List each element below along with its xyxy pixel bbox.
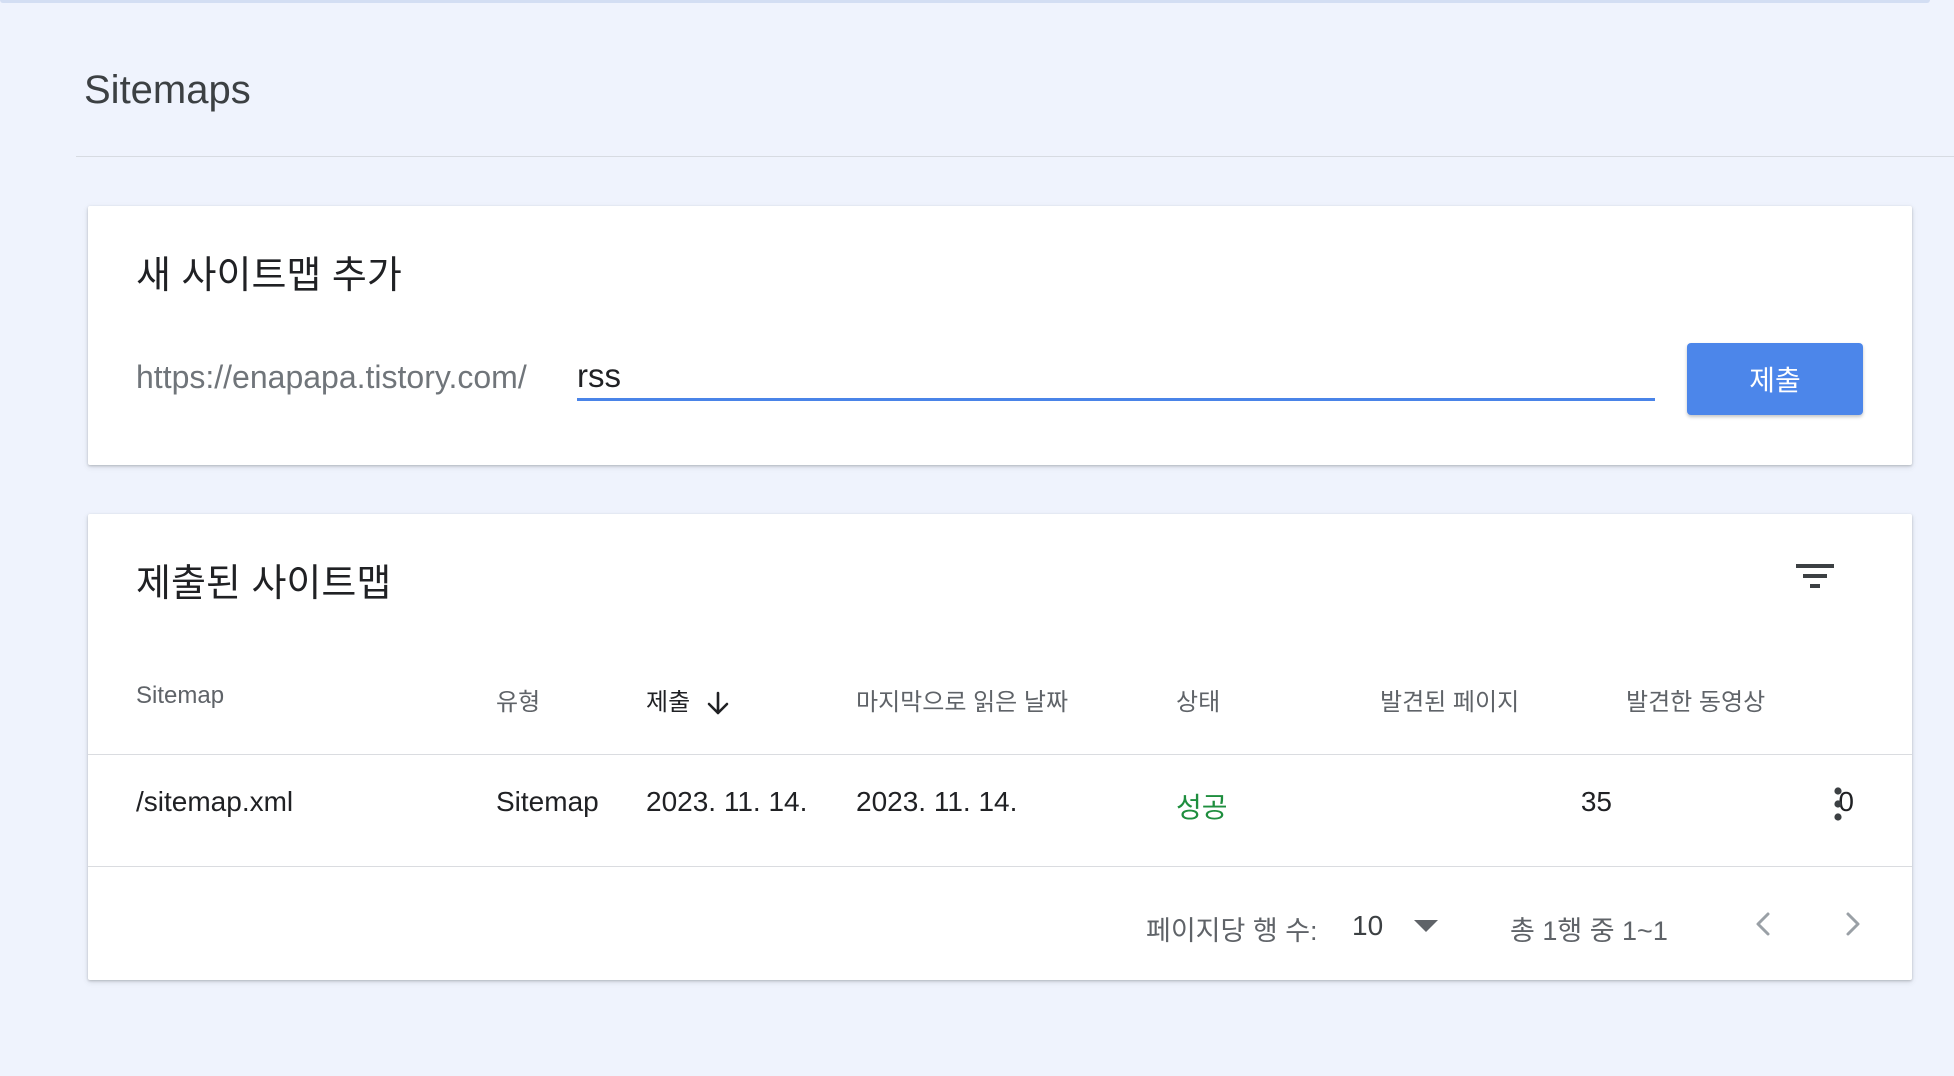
pagination-range: 총 1행 중 1~1 xyxy=(1510,916,1668,946)
rows-per-page-select[interactable]: 10 xyxy=(1352,904,1452,944)
page-title: Sitemaps xyxy=(84,68,251,112)
column-header-status[interactable]: 상태 xyxy=(1176,682,1220,717)
cell-submitted: 2023. 11. 14. xyxy=(646,786,808,817)
column-header-submitted-label: 제출 xyxy=(646,689,691,716)
cell-pages-found: 35 xyxy=(1580,786,1612,817)
column-header-submitted[interactable]: 제출 xyxy=(646,682,730,717)
cell-videos-found: 0 xyxy=(1838,786,1854,817)
cell-sitemap[interactable]: /sitemap.xml xyxy=(136,786,293,818)
url-prefix: https://enapapa.tistory.com/ xyxy=(136,359,527,395)
top-strip xyxy=(0,0,1930,3)
header-divider xyxy=(88,754,1912,755)
chevron-right-icon[interactable] xyxy=(1834,906,1870,942)
dropdown-arrow-icon xyxy=(1414,920,1438,932)
cell-last-read: 2023. 11. 14. xyxy=(856,786,1018,817)
title-divider xyxy=(76,156,1954,157)
cell-status: 성공 xyxy=(1176,792,1228,823)
row-divider xyxy=(88,866,1912,867)
submitted-sitemaps-heading: 제출된 사이트맵 xyxy=(136,563,392,605)
rows-per-page-label: 페이지당 행 수: xyxy=(1146,916,1318,946)
more-vert-icon[interactable] xyxy=(1828,784,1848,824)
chevron-left-icon[interactable] xyxy=(1746,906,1782,942)
add-sitemap-card: 새 사이트맵 추가 https://enapapa.tistory.com/ 제… xyxy=(88,206,1912,465)
column-header-type[interactable]: 유형 xyxy=(496,682,540,717)
submit-button[interactable]: 제출 xyxy=(1687,343,1863,415)
submitted-sitemaps-card: 제출된 사이트맵 Sitemap 유형 제출 마지막으로 읽은 날짜 상태 발견… xyxy=(88,514,1912,980)
column-header-pages-found[interactable]: 발견된 페이지 xyxy=(1380,682,1519,717)
cell-type: Sitemap xyxy=(496,786,599,817)
column-header-sitemap[interactable]: Sitemap xyxy=(136,682,224,710)
add-sitemap-heading: 새 사이트맵 추가 xyxy=(136,255,402,297)
column-header-last-read[interactable]: 마지막으로 읽은 날짜 xyxy=(856,682,1068,717)
filter-icon[interactable] xyxy=(1794,558,1836,594)
rows-per-page-value: 10 xyxy=(1352,910,1384,941)
column-header-videos-found[interactable]: 발견한 동영상 xyxy=(1626,682,1765,717)
sitemap-url-input[interactable] xyxy=(577,354,1655,401)
arrow-down-icon xyxy=(707,691,729,714)
